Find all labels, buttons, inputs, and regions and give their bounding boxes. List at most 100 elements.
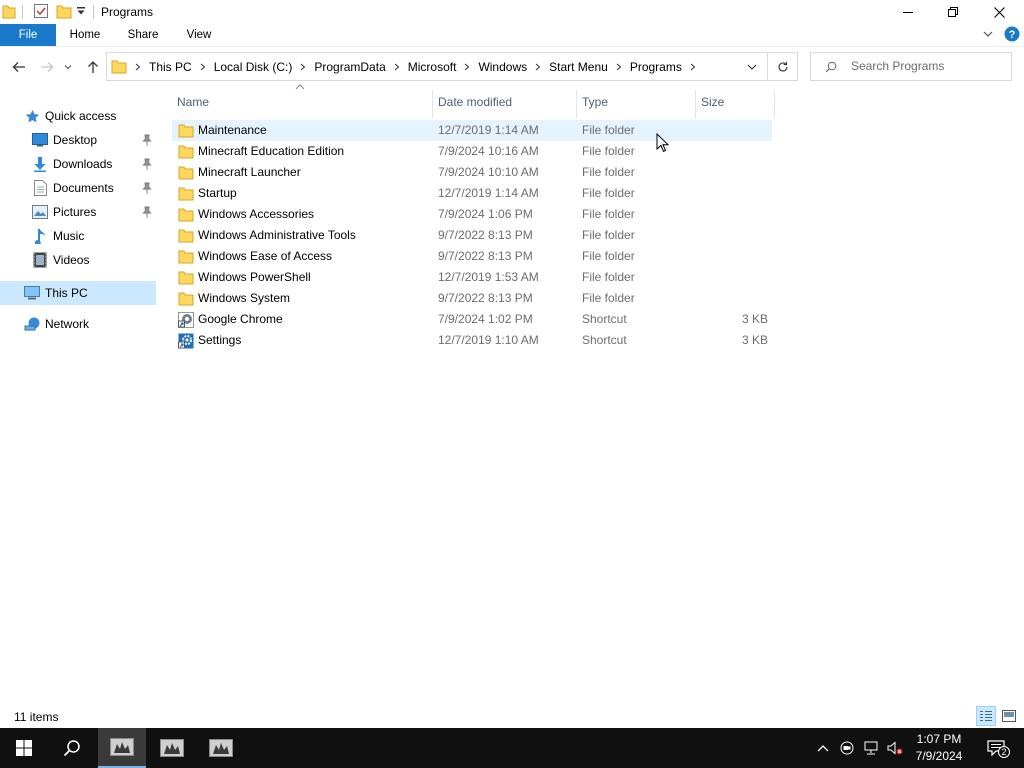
taskbar-app-file-explorer-2[interactable] xyxy=(148,728,196,768)
crumb-local-disk[interactable]: Local Disk (C:) xyxy=(208,60,299,74)
folder-icon xyxy=(178,165,194,180)
search-box[interactable] xyxy=(810,52,1012,81)
meet-now-button[interactable] xyxy=(838,728,856,768)
file-type: File folder xyxy=(582,291,635,305)
chrome-shortcut-icon xyxy=(178,312,194,328)
column-header-type[interactable]: Type xyxy=(577,88,695,116)
tab-view[interactable]: View xyxy=(174,24,224,46)
breadcrumb-chevron-icon[interactable] xyxy=(533,63,543,71)
title-divider xyxy=(93,5,94,19)
breadcrumb-chevron-icon[interactable] xyxy=(462,63,472,71)
file-date: 12/7/2019 1:14 AM xyxy=(438,186,539,200)
file-row-windows-ease-of-access[interactable]: Windows Ease of Access 9/7/2022 8:13 PM … xyxy=(172,246,772,267)
pin-icon[interactable] xyxy=(142,134,152,146)
nav-desktop[interactable]: Desktop xyxy=(32,128,156,152)
taskbar-app-file-explorer-1[interactable] xyxy=(98,728,146,768)
file-date: 9/7/2022 8:13 PM xyxy=(438,249,533,263)
nav-documents[interactable]: Documents xyxy=(32,176,156,200)
nav-downloads[interactable]: Downloads xyxy=(32,152,156,176)
file-row-maintenance[interactable]: Maintenance 12/7/2019 1:14 AM File folde… xyxy=(172,120,772,141)
crumb-start-menu[interactable]: Start Menu xyxy=(543,60,614,74)
folder-icon xyxy=(178,249,194,264)
volume-button[interactable] xyxy=(885,728,905,768)
folder-icon xyxy=(178,228,194,243)
pin-icon[interactable] xyxy=(142,182,152,194)
recent-locations-button[interactable] xyxy=(61,56,75,78)
file-row-google-chrome[interactable]: Google Chrome 7/9/2024 1:02 PM Shortcut … xyxy=(172,309,772,330)
forward-button[interactable] xyxy=(36,56,58,78)
taskbar-app-file-explorer-3[interactable] xyxy=(197,728,245,768)
up-button[interactable] xyxy=(82,56,104,78)
taskbar-search-button[interactable] xyxy=(48,728,96,768)
file-row-windows-system[interactable]: Windows System 9/7/2022 8:13 PM File fol… xyxy=(172,288,772,309)
tab-file[interactable]: File xyxy=(0,24,56,46)
large-icons-view-button[interactable] xyxy=(999,706,1019,726)
tab-home[interactable]: Home xyxy=(60,24,110,46)
tab-share[interactable]: Share xyxy=(118,24,168,46)
file-row-windows-accessories[interactable]: Windows Accessories 7/9/2024 1:06 PM Fil… xyxy=(172,204,772,225)
file-row-settings[interactable]: Settings 12/7/2019 1:10 AM Shortcut 3 KB xyxy=(172,330,772,351)
address-dropdown-button[interactable] xyxy=(737,52,767,81)
pin-icon[interactable] xyxy=(142,158,152,170)
file-size xyxy=(702,267,768,288)
crumb-windows[interactable]: Windows xyxy=(472,60,533,74)
file-date: 9/7/2022 8:13 PM xyxy=(438,228,533,242)
clock[interactable]: 1:07 PM 7/9/2024 xyxy=(908,731,970,765)
nav-downloads-label: Downloads xyxy=(53,157,113,171)
column-divider[interactable] xyxy=(774,90,775,118)
nav-videos[interactable]: Videos xyxy=(32,248,156,272)
app-thumbnail-icon xyxy=(110,738,134,756)
nav-network[interactable]: Network xyxy=(24,312,180,336)
back-button[interactable] xyxy=(8,56,30,78)
crumb-programdata[interactable]: ProgramData xyxy=(308,60,391,74)
breadcrumb: This PC Local Disk (C:) ProgramData Micr… xyxy=(133,53,698,80)
expand-ribbon-icon[interactable] xyxy=(982,28,994,40)
breadcrumb-chevron-icon[interactable] xyxy=(614,63,624,71)
file-row-windows-admin-tools[interactable]: Windows Administrative Tools 9/7/2022 8:… xyxy=(172,225,772,246)
file-size xyxy=(702,183,768,204)
music-icon xyxy=(32,228,48,244)
file-row-minecraft-education[interactable]: Minecraft Education Edition 7/9/2024 10:… xyxy=(172,141,772,162)
crumb-programs[interactable]: Programs xyxy=(624,60,688,74)
breadcrumb-chevron-icon[interactable] xyxy=(298,63,308,71)
help-icon[interactable]: ? xyxy=(1004,26,1020,42)
start-button[interactable] xyxy=(0,728,48,768)
network-tray-button[interactable] xyxy=(861,728,881,768)
action-center-button[interactable]: 2 xyxy=(976,728,1016,768)
column-header-size[interactable]: Size xyxy=(696,88,774,116)
close-button[interactable] xyxy=(976,0,1022,24)
breadcrumb-chevron-icon[interactable] xyxy=(198,63,208,71)
nav-quick-access[interactable]: Quick access xyxy=(24,104,180,128)
breadcrumb-chevron-icon[interactable] xyxy=(133,63,143,71)
address-bar[interactable]: This PC Local Disk (C:) ProgramData Micr… xyxy=(106,52,768,81)
restore-button[interactable] xyxy=(930,0,976,24)
pin-icon[interactable] xyxy=(142,206,152,218)
nav-this-pc[interactable]: This PC xyxy=(0,281,156,305)
crumb-this-pc[interactable]: This PC xyxy=(143,60,198,74)
column-header-date[interactable]: Date modified xyxy=(433,88,576,116)
file-type: File folder xyxy=(582,270,635,284)
details-view-button[interactable] xyxy=(976,706,996,726)
show-hidden-icons-button[interactable] xyxy=(814,728,832,768)
breadcrumb-chevron-icon[interactable] xyxy=(392,63,402,71)
refresh-button[interactable] xyxy=(768,52,798,81)
nav-pictures[interactable]: Pictures xyxy=(32,200,156,224)
window-folder-icon xyxy=(2,3,16,19)
breadcrumb-chevron-icon[interactable] xyxy=(688,63,698,71)
nav-music[interactable]: Music xyxy=(32,224,156,248)
documents-icon xyxy=(32,180,48,196)
search-input[interactable] xyxy=(851,59,1001,73)
column-header-name[interactable]: Name xyxy=(172,88,432,116)
file-date: 12/7/2019 1:53 AM xyxy=(438,270,539,284)
properties-icon[interactable] xyxy=(33,3,49,19)
file-row-minecraft-launcher[interactable]: Minecraft Launcher 7/9/2024 10:10 AM Fil… xyxy=(172,162,772,183)
nav-pictures-label: Pictures xyxy=(53,205,97,219)
minimize-button[interactable] xyxy=(885,0,931,24)
taskbar: 1:07 PM 7/9/2024 2 xyxy=(0,728,1024,768)
file-row-startup[interactable]: Startup 12/7/2019 1:14 AM File folder xyxy=(172,183,772,204)
file-row-windows-powershell[interactable]: Windows PowerShell 12/7/2019 1:53 AM Fil… xyxy=(172,267,772,288)
new-folder-icon[interactable] xyxy=(56,3,72,19)
nav-quick-access-label: Quick access xyxy=(45,109,117,123)
crumb-microsoft[interactable]: Microsoft xyxy=(402,60,463,74)
qat-customize-icon[interactable] xyxy=(76,6,86,16)
